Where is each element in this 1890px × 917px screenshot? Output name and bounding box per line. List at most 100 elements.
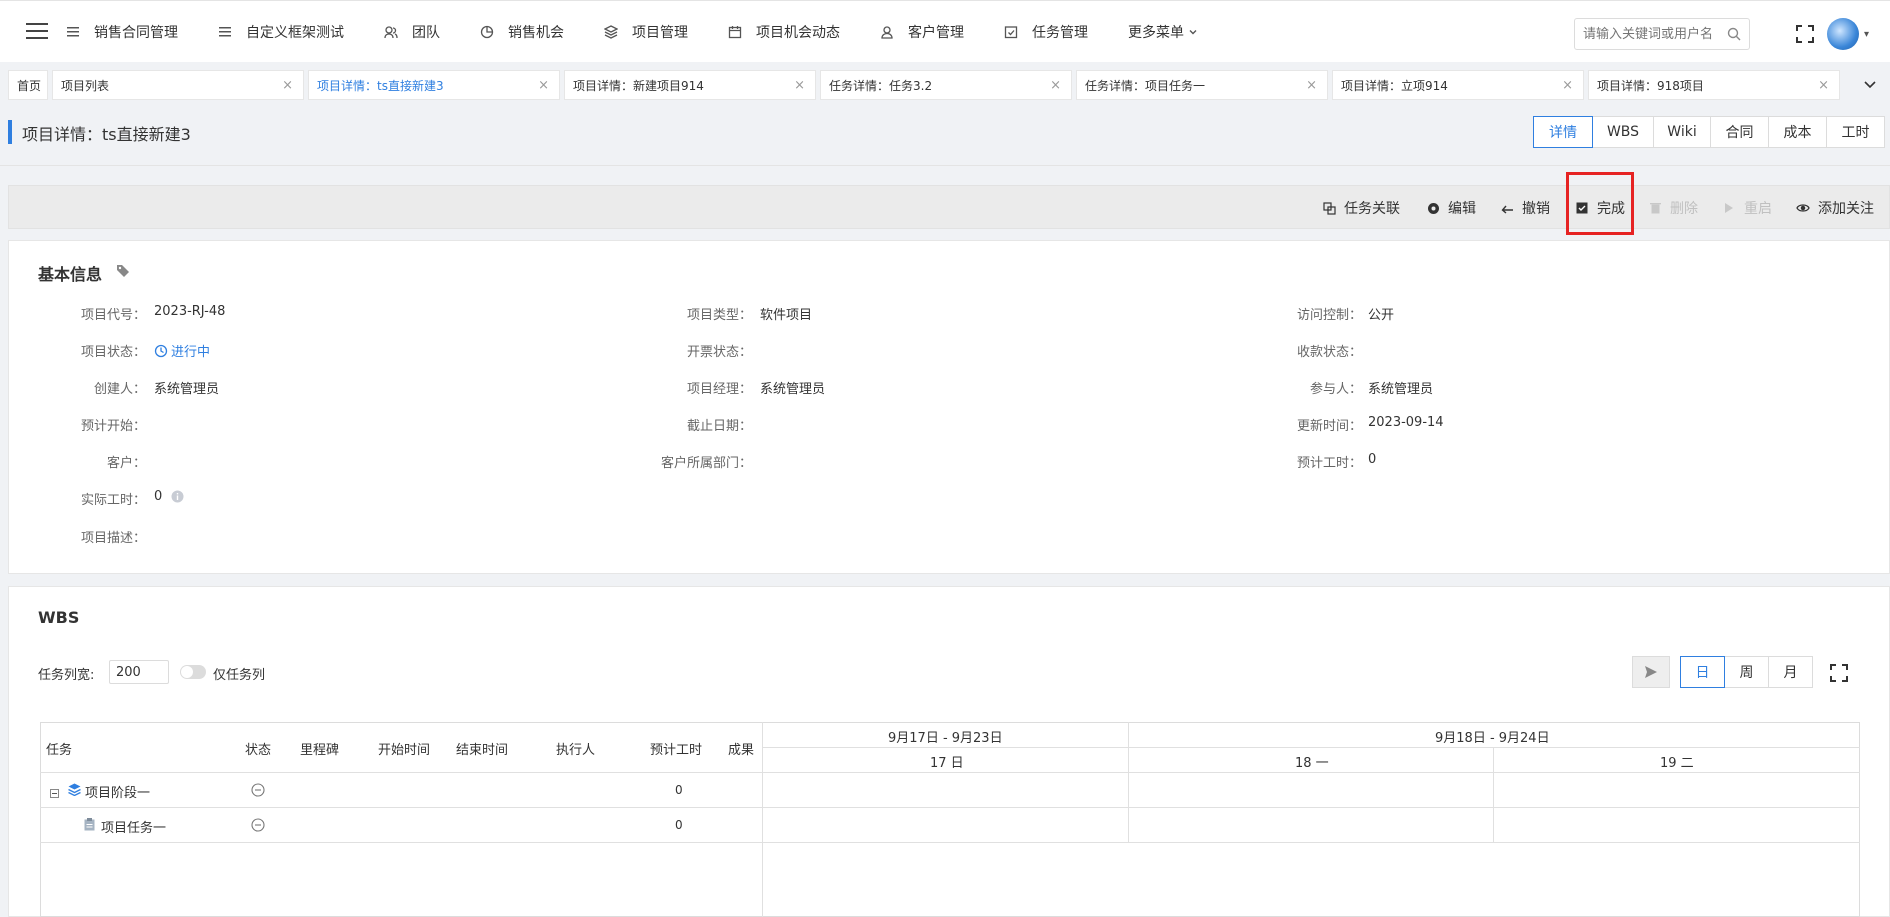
col-header-task: 任务 <box>46 743 73 758</box>
menu-item-sales-opportunity[interactable]: 销售机会 <box>480 22 564 42</box>
restart-button[interactable]: 重启 <box>1722 198 1772 218</box>
menu-item-project-management[interactable]: 项目管理 <box>604 22 688 42</box>
close-icon[interactable]: × <box>1306 78 1317 93</box>
team-icon <box>384 25 398 39</box>
menu-lines-icon <box>66 25 80 39</box>
menu-item-label: 销售机会 <box>508 24 564 41</box>
hamburger-menu-icon[interactable] <box>26 23 48 41</box>
menu-item-label: 团队 <box>412 24 440 41</box>
menu-item-team[interactable]: 团队 <box>384 22 440 42</box>
chevron-down-icon[interactable] <box>1860 74 1880 94</box>
view-tab-cost[interactable]: 成本 <box>1768 116 1827 148</box>
basic-info-title: 基本信息 <box>38 265 103 284</box>
user-icon <box>880 25 894 39</box>
view-tab-wbs[interactable]: WBS <box>1592 116 1654 148</box>
close-icon[interactable]: × <box>1818 78 1829 93</box>
button-label: 撤销 <box>1522 201 1550 217</box>
tab-project-detail-ts[interactable]: 项目详情：ts直接新建3 × <box>308 70 560 100</box>
field-label-access: 访问控制： <box>1296 308 1362 323</box>
view-tab-wiki[interactable]: Wiki <box>1653 116 1711 148</box>
field-label-manager: 项目经理： <box>686 382 752 397</box>
search-input[interactable] <box>1575 19 1715 49</box>
field-value-participant: 系统管理员 <box>1368 382 1434 397</box>
tab-label: 项目详情：新建项目914 <box>573 78 704 93</box>
edit-button[interactable]: 编辑 <box>1426 198 1476 218</box>
field-label-plan-start: 预计开始： <box>80 419 146 434</box>
tag-icon[interactable] <box>116 264 130 282</box>
task-link-button[interactable]: 任务关联 <box>1322 198 1400 218</box>
tab-project-detail-lixiang[interactable]: 项目详情：立项914 × <box>1332 70 1584 100</box>
menu-item-label: 项目管理 <box>632 24 688 41</box>
col-width-input[interactable] <box>109 660 169 684</box>
caret-down-icon[interactable]: ▾ <box>1864 29 1869 40</box>
col-header-assignee: 执行人 <box>556 743 596 758</box>
status-circle-icon <box>251 783 265 801</box>
menu-item-task-management[interactable]: 任务管理 <box>1004 22 1088 42</box>
fullscreen-icon[interactable] <box>1796 25 1814 43</box>
actual-hours-text: 0 <box>154 489 163 504</box>
task-name: 项目任务一 <box>101 821 167 836</box>
close-icon[interactable]: × <box>794 78 805 93</box>
scale-week-button[interactable]: 周 <box>1724 656 1769 688</box>
view-tab-detail[interactable]: 详情 <box>1533 116 1593 148</box>
menu-item-more[interactable]: 更多菜单 <box>1128 22 1198 42</box>
tab-project-list[interactable]: 项目列表 × <box>52 70 304 100</box>
close-icon[interactable]: × <box>1050 78 1061 93</box>
field-value-code: 2023-RJ-48 <box>154 304 226 319</box>
scale-day-button[interactable]: 日 <box>1680 656 1725 688</box>
close-icon[interactable]: × <box>1562 78 1573 93</box>
menu-item-label: 项目机会动态 <box>756 24 840 41</box>
button-label: 任务关联 <box>1344 201 1400 217</box>
tab-label: 项目详情：918项目 <box>1597 78 1704 93</box>
page-title: 项目详情：ts直接新建3 <box>22 125 191 144</box>
avatar[interactable] <box>1827 18 1859 50</box>
tab-project-detail-914[interactable]: 项目详情：新建项目914 × <box>564 70 816 100</box>
field-label-deadline: 截止日期： <box>686 419 752 434</box>
field-label-code: 项目代号： <box>80 308 146 323</box>
tab-label: 任务详情：任务3.2 <box>829 78 933 93</box>
info-icon[interactable] <box>171 490 184 503</box>
search-icon[interactable] <box>1727 27 1741 41</box>
task-only-toggle[interactable] <box>180 665 206 679</box>
pie-chart-icon <box>480 25 494 39</box>
field-value-plan-hours: 0 <box>1368 452 1377 467</box>
delete-button[interactable]: 删除 <box>1648 198 1698 218</box>
col-header-plan-hours: 预计工时 <box>650 743 703 758</box>
col-header-result: 成果 <box>728 743 755 758</box>
tab-task-detail-one[interactable]: 任务详情：项目任务一 × <box>1076 70 1328 100</box>
add-follow-button[interactable]: 添加关注 <box>1796 198 1874 218</box>
title-accent-bar <box>8 120 12 144</box>
divider <box>40 842 1860 843</box>
menu-item-project-dynamics[interactable]: 项目机会动态 <box>728 22 840 42</box>
view-tab-hours[interactable]: 工时 <box>1826 116 1885 148</box>
tab-label: 首页 <box>17 78 42 93</box>
field-value-creator: 系统管理员 <box>154 382 220 397</box>
layers-icon <box>604 24 618 39</box>
view-tab-contract[interactable]: 合同 <box>1710 116 1769 148</box>
menu-item-custom-frame[interactable]: 自定义框架测试 <box>218 22 344 42</box>
send-icon <box>1644 665 1658 679</box>
menu-item-sales-contract[interactable]: 销售合同管理 <box>66 22 178 42</box>
status-circle-icon <box>251 818 265 836</box>
undo-button[interactable]: 撤销 <box>1500 198 1550 218</box>
eye-icon <box>1796 201 1810 215</box>
col-header-start: 开始时间 <box>378 743 431 758</box>
basic-info-card <box>8 240 1890 574</box>
main-menu: 销售合同管理 自定义框架测试 团队 销售机会 项目管理 项目机会动态 客户管理 <box>66 1 1238 63</box>
field-label-payment: 收款状态： <box>1296 345 1362 360</box>
tab-label: 任务详情：项目任务一 <box>1085 78 1206 93</box>
close-icon[interactable]: × <box>538 78 549 93</box>
scale-month-button[interactable]: 月 <box>1768 656 1813 688</box>
divider <box>762 747 1860 748</box>
tab-task-detail-3-2[interactable]: 任务详情：任务3.2 × <box>820 70 1072 100</box>
collapse-icon[interactable] <box>50 786 59 802</box>
button-label: 编辑 <box>1448 201 1476 217</box>
menu-item-customer-management[interactable]: 客户管理 <box>880 22 964 42</box>
checkbox-calendar-icon <box>1004 25 1018 39</box>
field-label-plan-hours: 预计工时： <box>1296 456 1362 471</box>
send-button[interactable] <box>1632 656 1670 688</box>
tab-project-detail-918[interactable]: 项目详情：918项目 × <box>1588 70 1840 100</box>
close-icon[interactable]: × <box>282 78 293 93</box>
fullscreen-icon[interactable] <box>1830 664 1848 686</box>
tab-home[interactable]: 首页 <box>8 70 48 100</box>
